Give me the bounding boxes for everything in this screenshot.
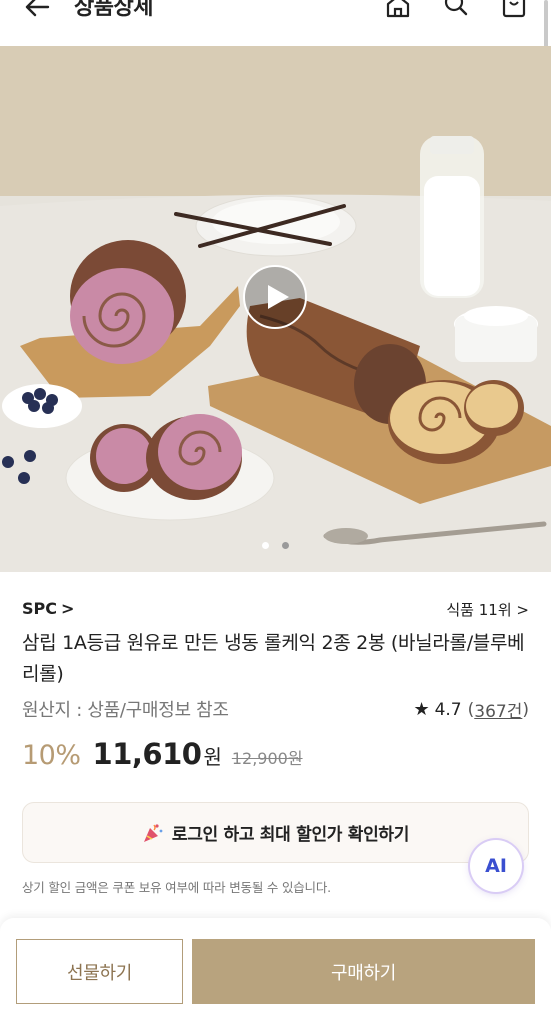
review-paren-open: ( (467, 699, 475, 720)
home-icon[interactable] (384, 0, 412, 20)
carousel-dot-1[interactable] (261, 542, 269, 549)
category-rank-link[interactable]: 식품 11위 > (446, 599, 529, 620)
product-name: 삼립 1A등급 원유로 만든 냉동 롤케익 2종 2봉 (바닐라롤/블루베리롤) (22, 632, 525, 685)
price-row: 10% 11,610 원 12,900원 (22, 737, 303, 771)
review-paren-close: ) (522, 699, 529, 720)
arrow-left-icon[interactable] (22, 0, 52, 24)
chevron-right-icon: > (516, 601, 529, 619)
page-title: 상품상세 (74, 0, 153, 20)
sale-price: 11,610 (92, 737, 202, 771)
login-banner-text: 로그인 하고 최대 할인가 확인하기 (171, 825, 410, 845)
party-popper-icon (143, 823, 163, 842)
star-icon: ★ (413, 699, 430, 720)
login-discount-banner[interactable]: 로그인 하고 최대 할인가 확인하기 (22, 802, 529, 863)
buy-button[interactable]: 구매하기 (192, 939, 535, 1004)
top-header: 상품상세 (0, 0, 551, 82)
rating-score: 4.7 (434, 699, 462, 720)
carousel-dots (0, 534, 551, 553)
carousel-dot-2[interactable] (282, 542, 290, 549)
ai-assistant-button[interactable]: AI (470, 840, 522, 892)
cart-icon[interactable] (500, 0, 528, 20)
original-price: 12,900원 (231, 749, 303, 768)
rating[interactable]: ★ 4.7 (367건) (413, 697, 529, 722)
gift-button[interactable]: 선물하기 (16, 939, 183, 1004)
discount-rate: 10% (22, 740, 81, 771)
rank-label: 식품 11위 (446, 601, 512, 619)
currency-unit: 원 (203, 745, 222, 769)
origin-info: 원산지 : 상품/구매정보 참조 (22, 700, 229, 721)
review-count[interactable]: 367건 (474, 697, 522, 722)
brand-link[interactable]: SPC > (22, 599, 74, 618)
product-image[interactable] (0, 46, 551, 572)
search-icon[interactable] (442, 0, 470, 20)
bottom-action-bar: 선물하기 구매하기 (0, 918, 551, 1024)
chevron-right-icon: > (61, 599, 75, 618)
brand-name: SPC (22, 599, 57, 618)
play-icon[interactable] (242, 264, 308, 330)
discount-notice: 상기 할인 금액은 쿠폰 보유 여부에 따라 변동될 수 있습니다. (22, 880, 331, 895)
